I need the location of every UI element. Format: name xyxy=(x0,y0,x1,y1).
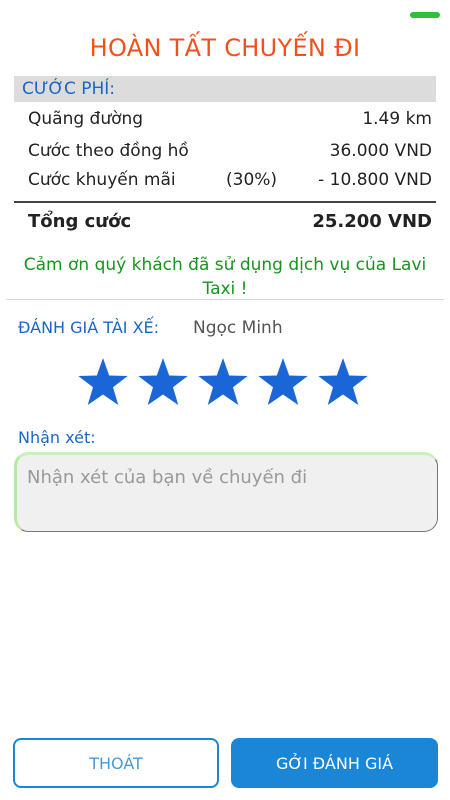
submit-rating-button[interactable]: GỞI ĐÁNH GIÁ xyxy=(231,738,438,788)
total-value: 25.200 VND xyxy=(312,210,432,232)
star-icon[interactable] xyxy=(196,356,250,410)
fee-row-promotion: Cước khuyến mãi (30%) - 10.800 VND xyxy=(28,165,432,195)
fee-value: 1.49 km xyxy=(362,109,432,129)
thank-you-message: Cảm ơn quý khách đã sử dụng dịch vụ của … xyxy=(23,255,427,299)
fee-section-header: CƯỚC PHÍ: xyxy=(14,76,436,102)
comment-input[interactable] xyxy=(14,452,438,532)
fee-percent: (30%) xyxy=(226,170,278,190)
fee-row-total: Tổng cước 25.200 VND xyxy=(28,206,432,236)
total-divider xyxy=(14,201,436,203)
star-icon[interactable] xyxy=(316,356,370,410)
status-indicator xyxy=(410,12,440,18)
star-rating[interactable] xyxy=(76,356,376,410)
total-label: Tổng cước xyxy=(28,210,132,232)
fee-value: 36.000 VND xyxy=(329,141,432,161)
fee-row-distance: Quãng đường 1.49 km xyxy=(28,104,432,134)
section-divider xyxy=(6,299,444,300)
fee-label: Cước theo đồng hồ xyxy=(28,141,189,161)
star-icon[interactable] xyxy=(256,356,310,410)
page-title: HOÀN TẤT CHUYẾN ĐI xyxy=(89,34,361,62)
star-icon[interactable] xyxy=(76,356,130,410)
comment-label: Nhận xét: xyxy=(18,428,96,447)
star-icon[interactable] xyxy=(136,356,190,410)
fee-value: - 10.800 VND xyxy=(318,170,432,190)
exit-button[interactable]: THOÁT xyxy=(13,738,219,788)
rate-driver-label: ĐÁNH GIÁ TÀI XẾ: xyxy=(18,318,160,337)
fee-row-meter: Cước theo đồng hồ 36.000 VND xyxy=(28,136,432,166)
fee-label: Quãng đường xyxy=(28,109,144,129)
driver-name: Ngọc Minh xyxy=(193,318,283,338)
